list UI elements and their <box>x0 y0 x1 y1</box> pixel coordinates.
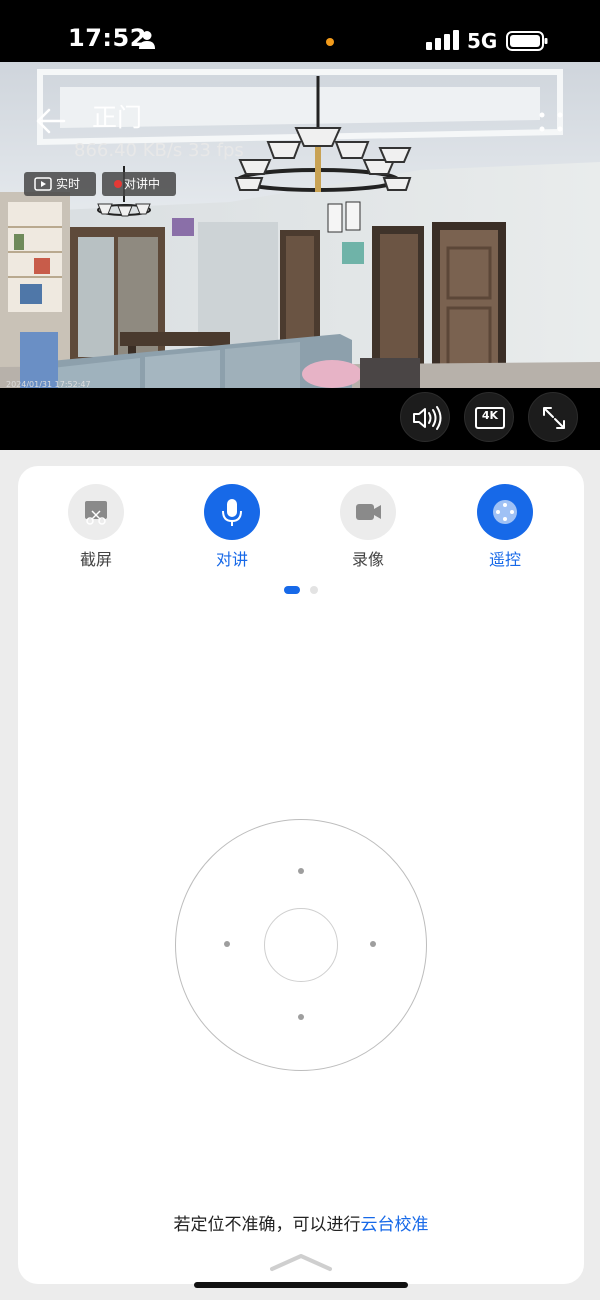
joystick-up-dot[interactable] <box>298 868 304 874</box>
screenshot-icon <box>85 501 107 525</box>
video-camera-icon <box>356 504 381 520</box>
quality-label: 4K <box>481 409 499 422</box>
recording-dot <box>114 180 122 188</box>
page-dot[interactable] <box>310 586 318 594</box>
record-button[interactable]: 录像 <box>318 484 418 570</box>
page-dot-active[interactable] <box>284 586 300 594</box>
ptz-calibration-link[interactable]: 云台校准 <box>361 1215 429 1235</box>
joystick-center[interactable] <box>264 908 338 982</box>
live-badge-label: 实时 <box>56 177 81 191</box>
screenshot-circle <box>68 484 124 540</box>
screenshot-button[interactable]: 截屏 <box>46 484 146 570</box>
calibration-hint-text: 若定位不准确，可以进行 <box>173 1215 361 1235</box>
live-video-icon <box>34 177 52 191</box>
camera-scene-image <box>0 62 600 388</box>
joystick-icon <box>493 500 517 524</box>
intercom-button[interactable]: 对讲 <box>182 484 282 570</box>
ptz-joystick[interactable] <box>175 819 427 1071</box>
battery-icon <box>506 31 548 51</box>
joystick-left-dot[interactable] <box>224 941 230 947</box>
quality-4k-button[interactable]: 4K <box>464 392 514 442</box>
remote-control-label: 遥控 <box>488 550 521 569</box>
network-type: 5G <box>467 29 498 53</box>
intercom-circle <box>204 484 260 540</box>
live-badge: 实时 <box>24 172 96 196</box>
record-circle <box>340 484 396 540</box>
cellular-signal-icon <box>426 30 459 50</box>
camera-video-feed[interactable]: 正门 866.40 KB/s 33 fps 实时 对讲中 2024/01/31 … <box>0 62 600 450</box>
video-controls-bar: 4K <box>0 388 600 450</box>
more-options-icon[interactable] <box>538 110 564 134</box>
remote-control-button[interactable]: 遥控 <box>455 484 555 570</box>
fullscreen-button[interactable] <box>528 392 578 442</box>
talking-badge: 对讲中 <box>102 172 176 196</box>
notification-dot <box>326 38 334 46</box>
talking-badge-label: 对讲中 <box>124 177 161 191</box>
volume-icon <box>413 406 442 430</box>
home-indicator[interactable] <box>194 1282 408 1288</box>
status-time: 17:52 <box>68 24 147 52</box>
record-label: 录像 <box>351 550 384 569</box>
camera-title: 正门 <box>92 103 143 132</box>
volume-button[interactable] <box>400 392 450 442</box>
control-panel: 截屏 对讲 录像 遥控 若定位不准确，可以进行云台校准 <box>18 466 584 1284</box>
joystick-right-dot[interactable] <box>370 941 376 947</box>
fullscreen-icon <box>543 407 565 429</box>
status-bar: 17:52 5G <box>0 0 600 66</box>
back-arrow-icon[interactable] <box>36 108 66 134</box>
screenshot-label: 截屏 <box>79 550 112 569</box>
chevron-up-icon[interactable] <box>268 1252 334 1272</box>
stream-stats: 866.40 KB/s 33 fps <box>74 140 244 161</box>
joystick-down-dot[interactable] <box>298 1014 304 1020</box>
person-icon <box>139 31 155 49</box>
calibration-hint: 若定位不准确，可以进行云台校准 <box>18 1210 584 1235</box>
intercom-label: 对讲 <box>215 550 248 569</box>
microphone-icon <box>222 499 242 526</box>
remote-control-circle <box>477 484 533 540</box>
